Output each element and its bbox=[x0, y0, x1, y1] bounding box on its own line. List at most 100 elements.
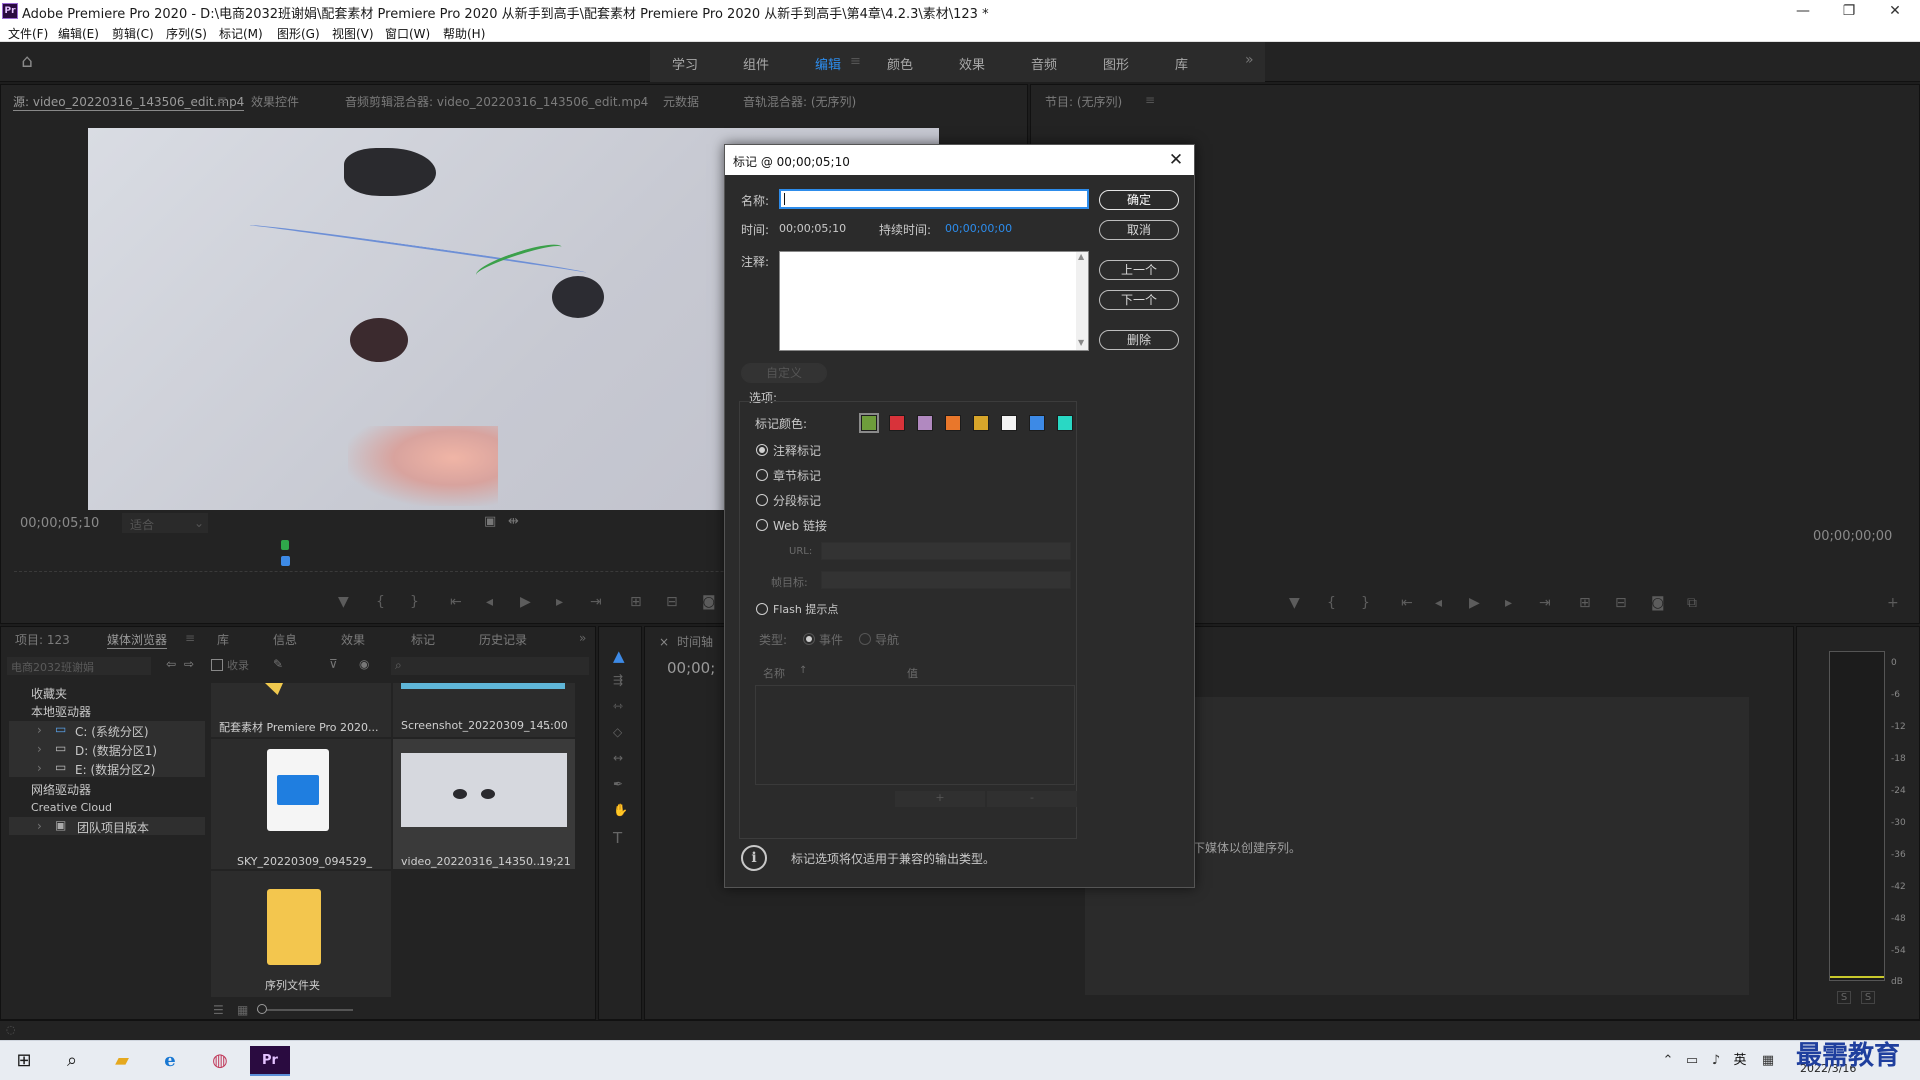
go-to-in-icon[interactable]: ⇤ bbox=[450, 594, 462, 610]
flash-cue-point-radio[interactable] bbox=[756, 603, 768, 615]
drag-handle-icon[interactable]: ⇹ bbox=[508, 514, 519, 529]
custom-button[interactable]: 自定义 bbox=[741, 363, 827, 383]
media-tile[interactable]: Screenshot_20220309_14... 5:00 bbox=[393, 683, 575, 737]
tab-media-browser[interactable]: 媒体浏览器 bbox=[107, 631, 168, 649]
app-icon[interactable]: ◍ bbox=[200, 1046, 240, 1076]
workspace-tab-learn[interactable]: 学习 bbox=[672, 54, 698, 73]
program-menu-icon[interactable]: ≡ bbox=[1145, 93, 1155, 107]
tree-local-drives[interactable]: 本地驱动器 bbox=[31, 703, 91, 720]
lift-icon[interactable]: ⊞ bbox=[1579, 595, 1591, 611]
menu-sequence[interactable]: 序列(S) bbox=[166, 25, 207, 42]
tab-project[interactable]: 项目: 123 bbox=[15, 631, 70, 648]
program-add-marker-icon[interactable]: ▼ bbox=[1289, 595, 1300, 611]
track-select-icon[interactable]: ⇶ bbox=[613, 673, 623, 687]
tab-audio-track-mixer[interactable]: 音轨混合器: (无序列) bbox=[743, 93, 856, 110]
color-swatch-green[interactable] bbox=[859, 413, 879, 433]
maximize-button[interactable]: ❐ bbox=[1826, 0, 1872, 22]
view-icon[interactable]: ◉ bbox=[359, 657, 369, 671]
previous-button[interactable]: 上一个 bbox=[1099, 260, 1179, 280]
tree-drive-d[interactable]: D: (数据分区1) bbox=[75, 742, 157, 759]
cue-point-table[interactable] bbox=[755, 685, 1075, 785]
settings-icon[interactable]: ▣ bbox=[484, 514, 496, 529]
tab-history[interactable]: 历史记录 bbox=[479, 631, 527, 648]
value-column-header[interactable]: 值 bbox=[907, 665, 918, 681]
location-dropdown[interactable]: 电商2032班谢娟 bbox=[7, 657, 151, 675]
chevron-right-icon[interactable]: › bbox=[37, 819, 42, 833]
scrollbar[interactable]: ▲ ▼ bbox=[1076, 252, 1088, 350]
program-mark-out-icon[interactable]: } bbox=[1361, 595, 1370, 611]
hand-tool-icon[interactable]: ✋ bbox=[613, 803, 628, 817]
color-swatch-red[interactable] bbox=[889, 415, 905, 431]
tab-effect-controls[interactable]: 效果控件 bbox=[251, 93, 299, 110]
slip-tool-icon[interactable]: ↔ bbox=[613, 751, 623, 765]
color-swatch-purple[interactable] bbox=[917, 415, 933, 431]
tree-drive-c[interactable]: C: (系统分区) bbox=[75, 723, 149, 740]
edge-icon[interactable]: e bbox=[150, 1046, 190, 1076]
selection-tool-icon[interactable]: ▲ bbox=[613, 647, 625, 665]
windows-start-icon[interactable]: ⊞ bbox=[4, 1046, 44, 1076]
close-icon[interactable]: ✕ bbox=[1165, 149, 1187, 171]
remove-cue-point-button[interactable]: - bbox=[987, 791, 1077, 807]
source-timecode[interactable]: 00;00;05;10 bbox=[20, 516, 99, 531]
workspace-tab-color[interactable]: 颜色 bbox=[887, 54, 913, 73]
comment-textarea[interactable]: ▲ ▼ bbox=[779, 251, 1089, 351]
razor-tool-icon[interactable]: ◇ bbox=[613, 725, 622, 739]
overwrite-icon[interactable]: ⊟ bbox=[666, 594, 678, 610]
keyboard-icon[interactable]: ▦ bbox=[1756, 1046, 1780, 1076]
tray-overflow-icon[interactable]: ⌃ bbox=[1656, 1046, 1680, 1076]
tree-creative-cloud[interactable]: Creative Cloud bbox=[31, 801, 112, 814]
close-tab-icon[interactable]: × bbox=[659, 635, 669, 649]
zoom-slider[interactable] bbox=[257, 1009, 353, 1011]
volume-icon[interactable]: ♪ bbox=[1704, 1046, 1728, 1076]
duration-value[interactable]: 00;00;00;00 bbox=[945, 222, 1012, 235]
search-icon[interactable]: ⌕ bbox=[52, 1046, 92, 1076]
tab-metadata[interactable]: 元数据 bbox=[663, 93, 699, 110]
fit-dropdown[interactable]: 适合 ⌄ bbox=[122, 513, 208, 533]
menu-window[interactable]: 窗口(W) bbox=[385, 25, 430, 42]
type-tool-icon[interactable]: T bbox=[613, 829, 622, 847]
program-export-frame-icon[interactable]: ◙ bbox=[1651, 595, 1665, 611]
menu-edit[interactable]: 编辑(E) bbox=[58, 25, 99, 42]
event-radio[interactable] bbox=[803, 633, 815, 645]
minimize-button[interactable]: — bbox=[1780, 0, 1826, 22]
mark-out-icon[interactable]: } bbox=[410, 594, 419, 610]
add-marker-icon[interactable]: ▼ bbox=[338, 594, 349, 610]
premiere-taskbar-icon[interactable]: Pr bbox=[250, 1046, 290, 1076]
menu-view[interactable]: 视图(V) bbox=[332, 25, 374, 42]
program-mark-in-icon[interactable]: { bbox=[1327, 595, 1336, 611]
workspace-tab-libraries[interactable]: 库 bbox=[1175, 54, 1188, 73]
add-cue-point-button[interactable]: + bbox=[895, 791, 985, 807]
chevron-right-icon[interactable]: › bbox=[37, 723, 42, 737]
tree-favorites[interactable]: 收藏夹 bbox=[31, 685, 67, 702]
button-editor-icon[interactable]: + bbox=[1887, 595, 1899, 611]
pen-tool-icon[interactable]: ✒ bbox=[613, 777, 623, 791]
tab-libraries[interactable]: 库 bbox=[217, 631, 229, 648]
cancel-button[interactable]: 取消 bbox=[1099, 220, 1179, 240]
color-swatch-blue[interactable] bbox=[1029, 415, 1045, 431]
forward-icon[interactable]: ⇨ bbox=[184, 657, 194, 671]
program-go-to-in-icon[interactable]: ⇤ bbox=[1401, 595, 1413, 611]
list-view-icon[interactable]: ☰ bbox=[213, 1003, 224, 1017]
color-swatch-white[interactable] bbox=[1001, 415, 1017, 431]
url-input[interactable] bbox=[821, 542, 1071, 560]
back-icon[interactable]: ⇦ bbox=[166, 657, 176, 671]
solo-left-button[interactable]: S bbox=[1837, 991, 1851, 1004]
tab-timeline[interactable]: 时间轴 bbox=[677, 633, 713, 650]
ime-indicator[interactable]: 英 bbox=[1728, 1046, 1752, 1076]
tree-drive-e[interactable]: E: (数据分区2) bbox=[75, 761, 155, 778]
icon-view-icon[interactable]: ▦ bbox=[237, 1003, 248, 1017]
tab-source[interactable]: 源: video_20220316_143506_edit.mp4 bbox=[13, 93, 245, 111]
tab-markers[interactable]: 标记 bbox=[411, 631, 435, 648]
panel-menu-icon[interactable]: ≡ bbox=[217, 93, 227, 107]
play-icon[interactable]: ▶ bbox=[520, 594, 531, 610]
workspace-menu-icon[interactable]: ≡ bbox=[850, 54, 861, 69]
program-step-forward-icon[interactable]: ▸ bbox=[1505, 595, 1512, 611]
search-input[interactable]: ⌕ bbox=[391, 657, 589, 675]
color-swatch-orange[interactable] bbox=[945, 415, 961, 431]
tree-team-project-versions[interactable]: 团队项目版本 bbox=[77, 819, 149, 836]
program-timecode[interactable]: 00;00;00;00 bbox=[1813, 529, 1892, 544]
go-to-out-icon[interactable]: ⇥ bbox=[590, 594, 602, 610]
chevron-right-icon[interactable]: › bbox=[37, 761, 42, 775]
source-playhead[interactable] bbox=[281, 540, 290, 570]
ingest-checkbox[interactable] bbox=[211, 659, 223, 671]
